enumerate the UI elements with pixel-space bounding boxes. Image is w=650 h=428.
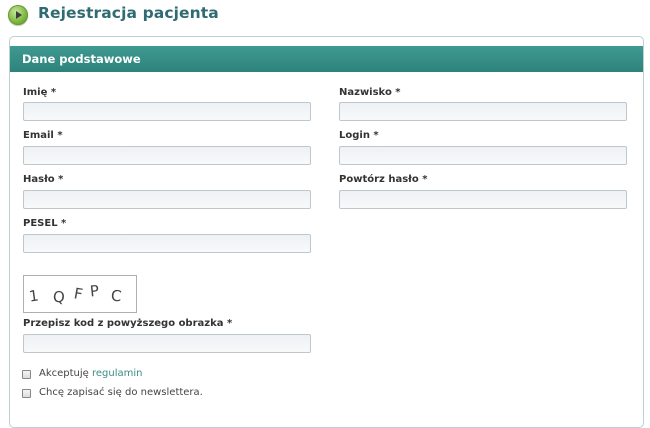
- email-input[interactable]: [23, 146, 311, 165]
- terms-checkbox[interactable]: [22, 370, 31, 379]
- terms-label: Akceptuję regulamin: [39, 368, 143, 379]
- newsletter-label: Chcę zapisać się do newslettera.: [39, 387, 203, 398]
- captcha-code-label: Przepisz kod z powyższego obrazka *: [23, 318, 233, 329]
- login-label: Login *: [339, 130, 379, 141]
- terms-label-text: Akceptuję: [39, 368, 92, 379]
- last-name-input[interactable]: [339, 102, 627, 121]
- page-header: Rejestracja pacjenta: [0, 0, 650, 30]
- captcha-char: P: [89, 281, 100, 301]
- panel-header: Dane podstawowe: [10, 46, 643, 72]
- captcha-char: C: [110, 286, 123, 306]
- first-name-input[interactable]: [23, 102, 311, 121]
- newsletter-checkbox[interactable]: [22, 389, 31, 398]
- captcha-image: 1 Q F P C: [23, 275, 137, 313]
- play-circle-icon: [8, 5, 28, 25]
- captcha-char: Q: [52, 287, 66, 307]
- captcha-char: 1: [27, 286, 40, 306]
- captcha-code-input[interactable]: [23, 334, 311, 353]
- first-name-label: Imię *: [23, 87, 57, 98]
- page-title: Rejestracja pacjenta: [38, 4, 219, 22]
- last-name-label: Nazwisko *: [339, 87, 401, 98]
- password-input[interactable]: [23, 190, 311, 209]
- pesel-input[interactable]: [23, 234, 311, 253]
- password-repeat-label: Powtórz hasło *: [339, 174, 428, 185]
- terms-link[interactable]: regulamin: [92, 368, 143, 379]
- email-label: Email *: [23, 130, 63, 141]
- login-input[interactable]: [339, 146, 627, 165]
- password-label: Hasło *: [23, 174, 64, 185]
- pesel-label: PESEL *: [23, 218, 67, 229]
- captcha-char: F: [72, 284, 85, 304]
- password-repeat-input[interactable]: [339, 190, 627, 209]
